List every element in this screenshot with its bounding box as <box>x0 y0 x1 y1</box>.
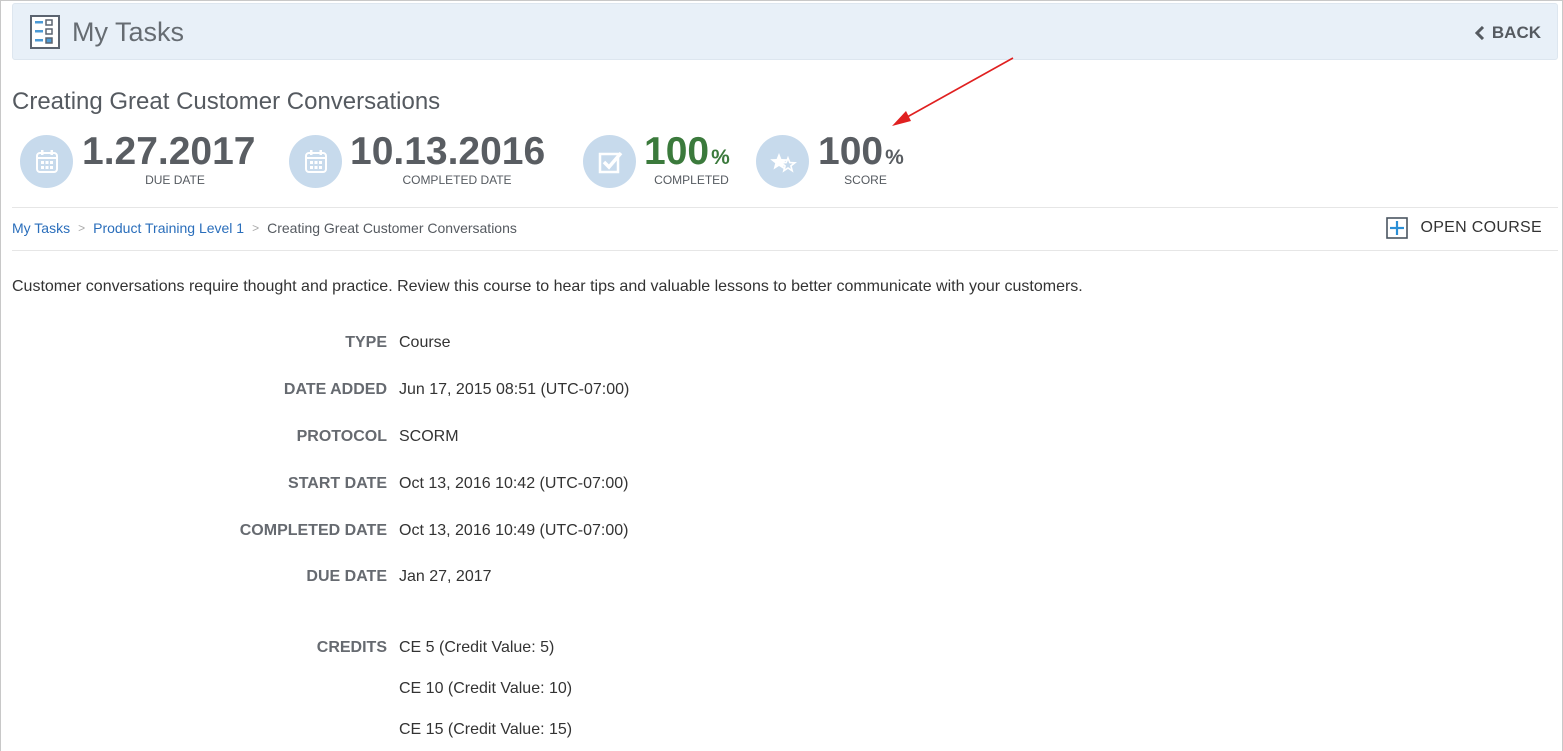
breadcrumb-separator: > <box>78 221 86 235</box>
course-description: Customer conversations require thought a… <box>12 278 1083 295</box>
detail-value-completed-date: Oct 13, 2016 10:49 (UTC-07:00) <box>399 522 629 539</box>
calendar-icon <box>35 149 58 173</box>
detail-label-type: TYPE <box>345 334 387 351</box>
score-unit: % <box>885 146 904 169</box>
completed-number: 100 <box>644 130 710 173</box>
chevron-left-icon <box>1474 26 1484 40</box>
plus-square-icon <box>1386 217 1409 239</box>
detail-value-date-added: Jun 17, 2015 08:51 (UTC-07:00) <box>399 381 630 398</box>
score-value: 100% <box>818 132 904 178</box>
breadcrumb-product-training[interactable]: Product Training Level 1 <box>93 220 244 236</box>
page-title: My Tasks <box>72 17 185 47</box>
stat-icon-circle <box>583 135 636 188</box>
stat-score: 100% SCORE <box>756 132 926 192</box>
stat-completed-date: 10.13.2016 COMPLETED DATE <box>289 132 574 192</box>
breadcrumb-separator: > <box>252 221 260 235</box>
completed-label: COMPLETED <box>654 173 729 187</box>
due-date-label: DUE DATE <box>145 173 205 187</box>
detail-value-protocol: SCORM <box>399 428 459 445</box>
completed-date-value: 10.13.2016 <box>350 130 546 173</box>
stat-icon-circle <box>20 135 73 188</box>
score-number: 100 <box>818 130 884 173</box>
completed-value: 100% <box>644 132 730 178</box>
detail-label-protocol: PROTOCOL <box>296 428 387 445</box>
detail-label-credits: CREDITS <box>316 639 387 656</box>
task-list-icon <box>30 15 60 49</box>
open-course-button[interactable]: OPEN COURSE <box>1386 217 1542 239</box>
detail-value-start-date: Oct 13, 2016 10:42 (UTC-07:00) <box>399 475 629 492</box>
score-label: SCORE <box>844 173 887 187</box>
checkbox-icon <box>598 151 622 173</box>
due-date-value: 1.27.2017 <box>82 130 256 173</box>
back-button-label: BACK <box>1491 23 1541 42</box>
annotation-arrow-icon <box>892 57 1014 126</box>
stat-due-date: 1.27.2017 DUE DATE <box>20 132 280 192</box>
credit-item: CE 10 (Credit Value: 10) <box>399 680 573 697</box>
stat-icon-circle <box>756 135 809 188</box>
detail-label-completed-date: COMPLETED DATE <box>239 522 387 539</box>
breadcrumb-current: Creating Great Customer Conversations <box>267 220 517 236</box>
open-course-label: OPEN COURSE <box>1420 219 1542 236</box>
detail-label-start-date: START DATE <box>288 475 387 492</box>
detail-label-date-added: DATE ADDED <box>283 381 387 398</box>
back-button[interactable]: BACK <box>1474 23 1541 43</box>
divider <box>12 250 1558 251</box>
page-header: My Tasks BACK <box>12 3 1558 60</box>
credit-item: CE 15 (Credit Value: 15) <box>399 721 573 738</box>
breadcrumb-my-tasks[interactable]: My Tasks <box>12 220 70 236</box>
course-title: Creating Great Customer Conversations <box>12 88 441 115</box>
stat-icon-circle <box>289 135 342 188</box>
page-frame: My Tasks BACK Creating Great Customer Co… <box>0 0 1563 751</box>
stars-icon <box>769 152 797 173</box>
divider <box>12 207 1558 208</box>
completed-unit: % <box>711 146 730 169</box>
completed-date-label: COMPLETED DATE <box>402 173 512 187</box>
detail-label-due-date: DUE DATE <box>306 568 387 585</box>
detail-value-type: Course <box>399 334 451 351</box>
breadcrumb: My Tasks > Product Training Level 1 > Cr… <box>12 220 517 236</box>
stat-completed: 100% COMPLETED <box>583 132 748 192</box>
calendar-icon <box>304 149 327 173</box>
detail-value-due-date: Jan 27, 2017 <box>399 568 492 585</box>
credit-item: CE 5 (Credit Value: 5) <box>399 639 555 656</box>
